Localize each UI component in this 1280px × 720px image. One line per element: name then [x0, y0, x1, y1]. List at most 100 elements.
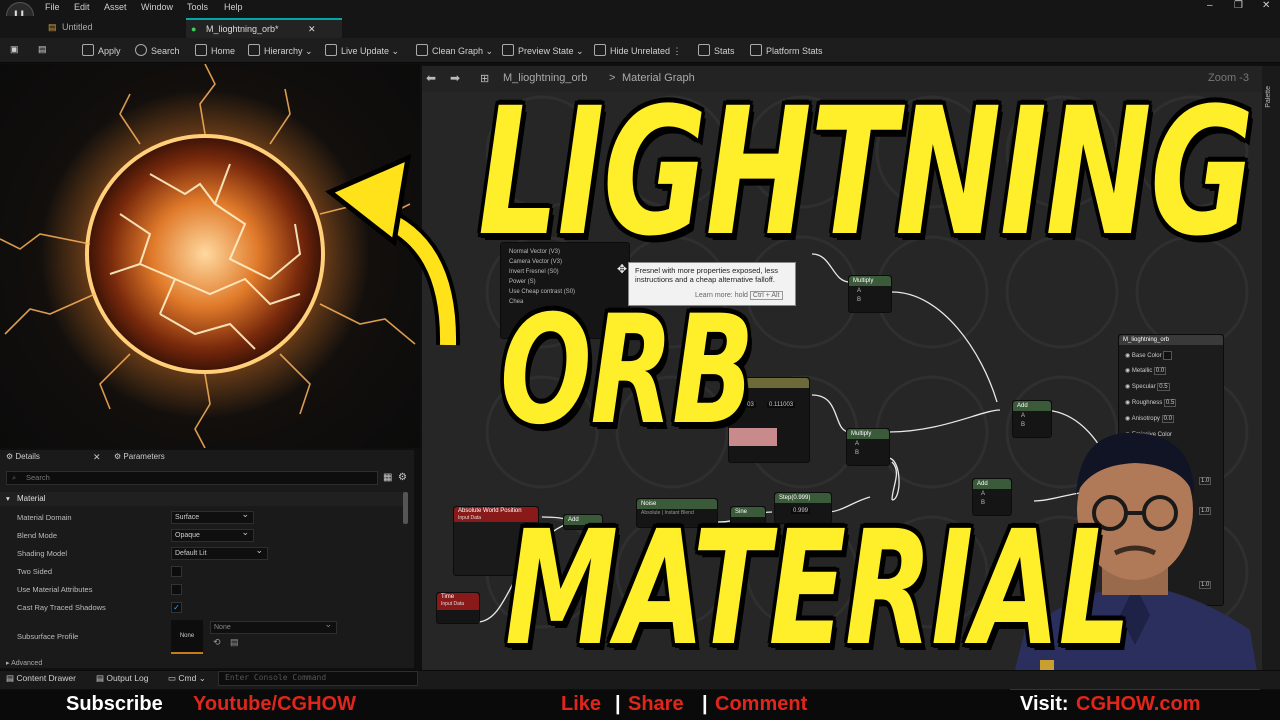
- hierarchy-label: Hierarchy: [264, 46, 303, 56]
- apply-button[interactable]: Apply: [82, 44, 121, 56]
- comment-text: Comment: [715, 693, 808, 715]
- details-scrollbar[interactable]: [403, 492, 408, 524]
- hide-unrelated-label: Hide Unrelated: [610, 46, 671, 56]
- home-button[interactable]: Home: [195, 44, 235, 56]
- tooltip-key: Ctrl + Alt: [749, 291, 783, 300]
- shading-model-select[interactable]: Default Lit: [171, 545, 268, 560]
- subsurface-profile-select[interactable]: None: [210, 619, 337, 634]
- share-text: Share: [628, 693, 684, 715]
- hierarchy-button[interactable]: Hierarchy ⌄: [248, 44, 313, 57]
- output-log-button[interactable]: ▤ Output Log: [96, 673, 148, 684]
- subsurface-thumbnail-label: None: [179, 633, 195, 639]
- details-search-field[interactable]: ⌕ Search: [6, 471, 378, 485]
- search-icon: ⌕: [12, 473, 17, 482]
- node-title: Add: [1013, 401, 1051, 411]
- minimize-icon[interactable]: –: [1207, 0, 1213, 11]
- advanced-section[interactable]: ▸ Advanced: [6, 659, 42, 667]
- save-icon[interactable]: ▣: [10, 44, 19, 55]
- live-update-button[interactable]: Live Update ⌄: [325, 44, 399, 57]
- two-sided-checkbox[interactable]: [171, 566, 182, 577]
- menu-file[interactable]: File: [45, 2, 60, 12]
- use-material-attributes-label: Use Material Attributes: [17, 585, 93, 594]
- close-details-icon[interactable]: ✕: [93, 452, 101, 463]
- stats-button[interactable]: Stats: [698, 44, 735, 56]
- multiply-node[interactable]: Multiply A B: [846, 428, 890, 466]
- node-title: Add: [973, 479, 1011, 489]
- clean-graph-icon: [416, 44, 428, 56]
- pin-label: Metallic: [1131, 368, 1153, 374]
- tab-label: M_lioghtning_orb*: [206, 24, 279, 34]
- result-pin-roughness[interactable]: ◉ Roughness 0.5: [1125, 399, 1177, 415]
- cast-ray-traced-shadows-checkbox[interactable]: ✓: [171, 602, 182, 613]
- multiply-node[interactable]: Multiply A B: [848, 275, 892, 313]
- result-pin-metallic[interactable]: ◉ Metallic 0.0: [1125, 367, 1176, 383]
- hide-unrelated-icon: [594, 44, 606, 56]
- result-node-title: M_lioghtning_orb: [1119, 335, 1223, 345]
- menu-tools[interactable]: Tools: [187, 2, 208, 12]
- clean-graph-label: Clean Graph: [432, 46, 484, 56]
- blend-mode-select[interactable]: Opaque: [171, 527, 254, 542]
- clean-graph-button[interactable]: Clean Graph ⌄: [416, 44, 493, 57]
- yellow-arrow-icon: [325, 153, 461, 346]
- tab-label: Untitled: [62, 22, 93, 32]
- result-pin-base-color[interactable]: ◉ Base Color: [1125, 351, 1176, 367]
- close-tab-icon[interactable]: ✕: [308, 20, 316, 38]
- material-section-header[interactable]: ▾ Material: [0, 492, 404, 506]
- title-material: MATERIAL: [505, 497, 1131, 681]
- platform-stats-button[interactable]: Platform Stats: [750, 44, 823, 56]
- pin-b[interactable]: B: [847, 449, 889, 457]
- menu-help[interactable]: Help: [224, 2, 243, 12]
- pin-value[interactable]: 0.5: [1163, 399, 1177, 407]
- like-text: Like: [561, 693, 602, 715]
- pin-value[interactable]: 0.5: [1157, 383, 1170, 391]
- vector-value-2[interactable]: 0.111003: [767, 402, 796, 408]
- pin-label: Base Color: [1131, 353, 1162, 360]
- node-header: Time Input Data: [437, 593, 479, 610]
- parameters-tab-label: Parameters: [123, 452, 165, 461]
- grid-view-icon[interactable]: ▦: [383, 472, 392, 483]
- base-color-swatch[interactable]: [1163, 351, 1173, 360]
- forward-arrow-icon[interactable]: ➡: [450, 71, 460, 85]
- menu-window[interactable]: Window: [141, 2, 173, 12]
- search-icon: [135, 44, 147, 56]
- back-arrow-icon[interactable]: ⬅: [426, 71, 436, 85]
- material-domain-select[interactable]: Surface: [171, 509, 254, 524]
- node-title: Multiply: [849, 276, 891, 286]
- apply-label: Apply: [98, 46, 121, 56]
- preview-state-button[interactable]: Preview State ⌄: [502, 44, 584, 57]
- use-material-attributes-checkbox[interactable]: [171, 584, 182, 595]
- reset-icon[interactable]: ⟲: [213, 637, 221, 648]
- preview-state-label: Preview State: [518, 46, 574, 56]
- menu-edit[interactable]: Edit: [74, 2, 90, 12]
- settings-icon[interactable]: ⚙: [398, 472, 407, 483]
- maximize-icon[interactable]: ❐: [1234, 0, 1243, 11]
- separator-text: |: [702, 693, 708, 715]
- hide-unrelated-button[interactable]: Hide Unrelated ⋮: [594, 44, 682, 57]
- pin-a[interactable]: A: [847, 439, 889, 449]
- menu-asset[interactable]: Asset: [104, 2, 127, 12]
- close-window-icon[interactable]: ✕: [1262, 0, 1270, 11]
- time-node[interactable]: Time Input Data: [436, 592, 480, 624]
- material-domain-value: Surface: [175, 514, 200, 521]
- content-drawer-label: Content Drawer: [16, 673, 76, 683]
- palette-tab[interactable]: Palette: [1265, 86, 1272, 108]
- cmd-label: Cmd: [178, 673, 197, 683]
- tab-material[interactable]: ● M_lioghtning_orb* ✕: [186, 18, 342, 38]
- subsurface-thumbnail[interactable]: None: [171, 620, 203, 654]
- content-drawer-button[interactable]: ▤ Content Drawer: [6, 673, 76, 684]
- cmd-button[interactable]: ▭ Cmd ⌄: [168, 673, 206, 684]
- details-tab[interactable]: ⚙ Details: [6, 452, 40, 461]
- material-icon: ●: [191, 24, 197, 34]
- browse-asset-icon[interactable]: ▤: [230, 637, 239, 648]
- stats-icon: [698, 44, 710, 56]
- tab-untitled[interactable]: ▤ Untitled: [42, 18, 192, 36]
- pin-a[interactable]: A: [849, 286, 891, 296]
- live-update-icon: [325, 44, 337, 56]
- parameters-tab[interactable]: ⚙ Parameters: [114, 452, 165, 461]
- console-input[interactable]: Enter Console Command: [218, 671, 418, 686]
- browse-icon[interactable]: ▤: [38, 44, 47, 55]
- pin-value[interactable]: 0.0: [1153, 367, 1167, 375]
- pin-b[interactable]: B: [849, 296, 891, 304]
- result-pin-specular[interactable]: ◉ Specular 0.5: [1125, 383, 1176, 399]
- search-button[interactable]: Search: [135, 44, 180, 56]
